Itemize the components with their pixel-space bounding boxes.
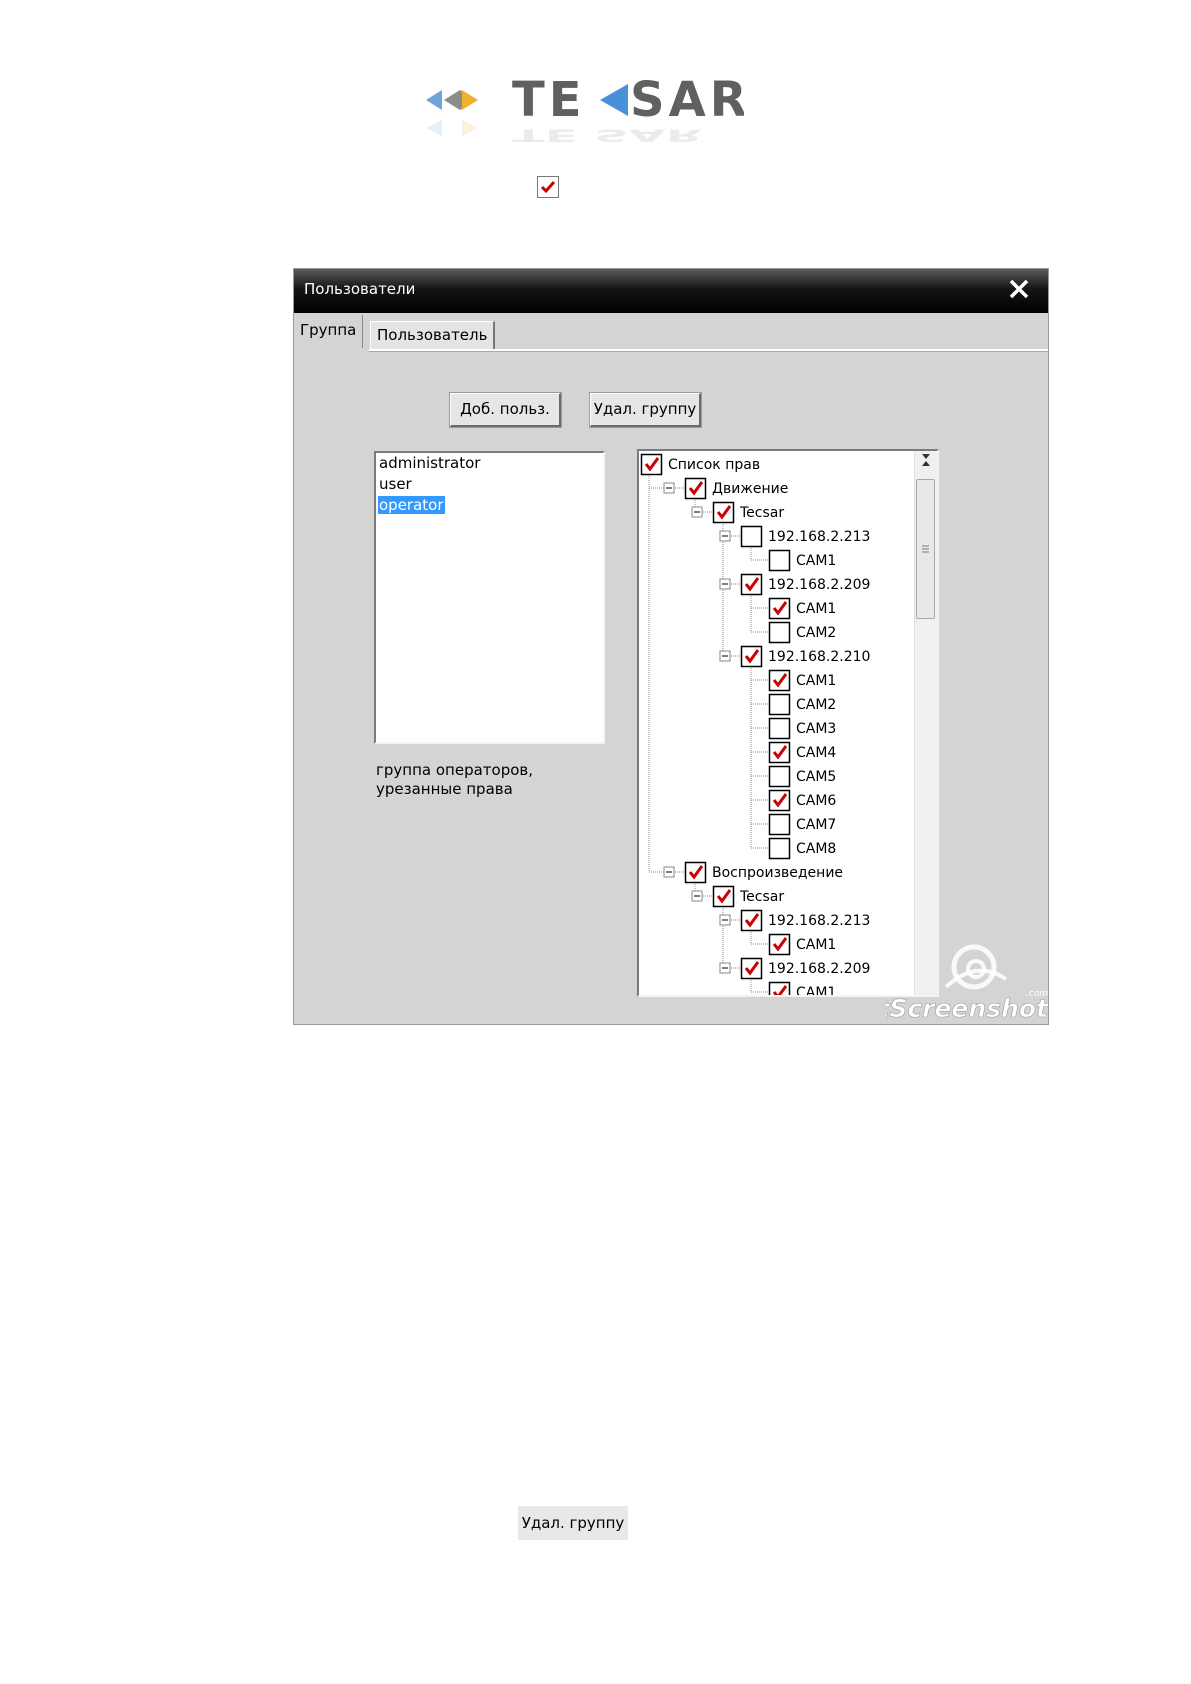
tree-node-label[interactable]: Tecsar [739,889,784,905]
tree-node-label[interactable]: Движение [712,481,788,497]
tree-node-label[interactable]: CAM1 [796,937,836,953]
tree-node-label[interactable]: CAM6 [796,793,836,809]
tree-checkbox[interactable] [740,645,763,668]
tree-node-label[interactable]: CAM3 [796,721,836,737]
tree-node-label[interactable]: CAM2 [796,625,836,641]
tree-node-label[interactable]: CAM1 [796,985,836,997]
tree-checkbox[interactable] [740,573,763,596]
users-window: Пользователи Группа Пользователь Доб. по… [293,268,1049,1025]
tree-checkbox[interactable] [768,621,791,644]
tree-checkbox[interactable] [712,501,735,524]
collapse-icon[interactable] [691,890,703,902]
collapse-icon[interactable] [719,530,731,542]
tab-user[interactable]: Пользователь [370,321,496,349]
tree-node-label[interactable]: 192.168.2.210 [768,649,870,665]
scroll-thumb[interactable] [916,479,935,619]
tree-checkbox[interactable] [640,453,663,476]
tree-node-label[interactable]: CAM1 [796,601,836,617]
tree-node-label[interactable]: CAM8 [796,841,836,857]
tree-checkbox[interactable] [740,525,763,548]
tree-checkbox[interactable] [768,765,791,788]
tab-group[interactable]: Группа [294,315,364,348]
tree-checkbox[interactable] [768,717,791,740]
tree-node-label[interactable]: Tecsar [739,505,784,521]
svg-text:jetScreenshot: jetScreenshot [886,994,1049,1023]
checkbox-icon [537,176,559,198]
list-item-selected[interactable]: operator [376,495,603,516]
tree-checkbox[interactable] [740,909,763,932]
tree-node-label[interactable]: Список прав [668,457,760,473]
permissions-tree[interactable]: Список прав Движение Tecsar 192.168.2.213 CA… [637,449,939,997]
close-icon[interactable] [1004,274,1034,304]
tecsar-logo: TE SAR TE SAR [424,70,744,150]
tree-checkbox[interactable] [768,549,791,572]
collapse-icon[interactable] [719,578,731,590]
tree-node-label[interactable]: CAM7 [796,817,836,833]
tree-node-label[interactable]: 192.168.2.213 [768,529,870,545]
tree-node-label[interactable]: CAM4 [796,745,836,761]
tree-canvas: Список прав Движение Tecsar 192.168.2.213 CA… [640,453,870,998]
tree-checkbox[interactable] [684,477,707,500]
scroll-down-icon[interactable] [916,451,936,465]
tab-divider [369,349,1048,352]
list-item[interactable]: user [376,474,603,495]
window-title: Пользователи [304,280,416,298]
tree-checkbox[interactable] [768,789,791,812]
group-description-line: группа операторов, [376,761,534,779]
group-description: группа операторов, урезанные права [376,761,616,799]
collapse-icon[interactable] [663,482,675,494]
svg-text:TE: TE [512,72,586,128]
svg-text:SAR: SAR [630,72,744,128]
collapse-icon[interactable] [719,914,731,926]
list-item[interactable]: administrator [376,453,603,474]
tab-bar: Группа Пользователь [294,313,1048,350]
vertical-scrollbar[interactable] [914,451,937,995]
delete-group-button[interactable]: Удал. группу [589,392,702,428]
tree-checkbox[interactable] [768,813,791,836]
tree-checkbox[interactable] [768,597,791,620]
grip-icon [922,545,929,553]
tree-node-label[interactable]: 192.168.2.209 [768,577,870,593]
tree-checkbox[interactable] [768,741,791,764]
tree-node-label[interactable]: CAM1 [796,673,836,689]
group-list[interactable]: administrator user operator [374,451,605,744]
tree-node-label[interactable]: 192.168.2.209 [768,961,870,977]
tree-checkbox[interactable] [684,861,707,884]
tree-checkbox[interactable] [740,957,763,980]
group-description-line: урезанные права [376,780,513,798]
title-bar: Пользователи [294,269,1048,313]
tree-checkbox[interactable] [768,669,791,692]
svg-text:TE SAR: TE SAR [512,125,703,144]
tree-node-label[interactable]: CAM1 [796,553,836,569]
tree-checkbox[interactable] [768,933,791,956]
collapse-icon[interactable] [691,506,703,518]
tree-checkbox[interactable] [712,885,735,908]
collapse-icon[interactable] [719,962,731,974]
tree-node-label[interactable]: Воспроизведение [712,865,843,881]
watermark: .com jetScreenshot [848,939,1051,1024]
tree-checkbox[interactable] [768,981,791,998]
tree-checkbox[interactable] [768,693,791,716]
tree-node-label[interactable]: CAM2 [796,697,836,713]
add-user-button[interactable]: Доб. польз. [449,392,562,428]
collapse-icon[interactable] [719,650,731,662]
tree-node-label[interactable]: 192.168.2.213 [768,913,870,929]
delete-group-button-caption: Удал. группу [518,1506,628,1540]
collapse-icon[interactable] [663,866,675,878]
tree-node-label[interactable]: CAM5 [796,769,836,785]
tree-checkbox[interactable] [768,837,791,860]
